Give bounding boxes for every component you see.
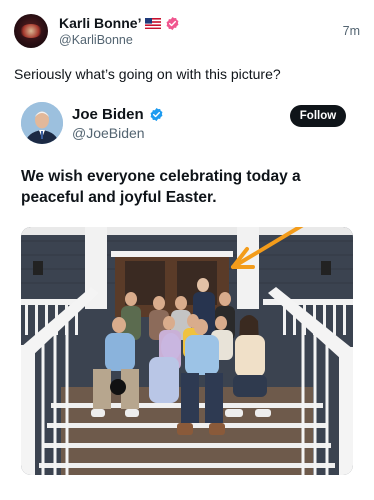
display-name[interactable]: Karli Bonne’ bbox=[59, 15, 141, 31]
quote-avatar[interactable] bbox=[21, 102, 63, 144]
us-flag-icon bbox=[145, 17, 162, 29]
avatar[interactable] bbox=[14, 14, 48, 48]
verified-badge-blue-icon bbox=[150, 107, 163, 122]
quote-handle[interactable]: @JoeBiden bbox=[72, 125, 145, 141]
quote-display-name[interactable]: Joe Biden bbox=[72, 106, 144, 123]
handle[interactable]: @KarliBonne bbox=[59, 33, 133, 47]
name-line: Karli Bonne’ bbox=[59, 15, 180, 31]
quote-name-line: Joe Biden bbox=[72, 106, 164, 123]
verified-badge-pink-icon bbox=[167, 16, 179, 30]
family-photo-image bbox=[21, 227, 353, 475]
quoted-post[interactable]: Joe Biden @JoeBiden Follow We wish every… bbox=[5, 92, 369, 492]
post-header: Karli Bonne’ @KarliBonne 7m bbox=[14, 14, 360, 50]
post-photo[interactable] bbox=[21, 227, 353, 475]
post-text: Seriously what’s going on with this pict… bbox=[14, 66, 281, 82]
quote-text: We wish everyone celebrating today a pea… bbox=[21, 168, 301, 206]
portrait-image bbox=[21, 102, 63, 144]
follow-button[interactable]: Follow bbox=[290, 105, 346, 127]
timestamp[interactable]: 7m bbox=[343, 24, 360, 38]
